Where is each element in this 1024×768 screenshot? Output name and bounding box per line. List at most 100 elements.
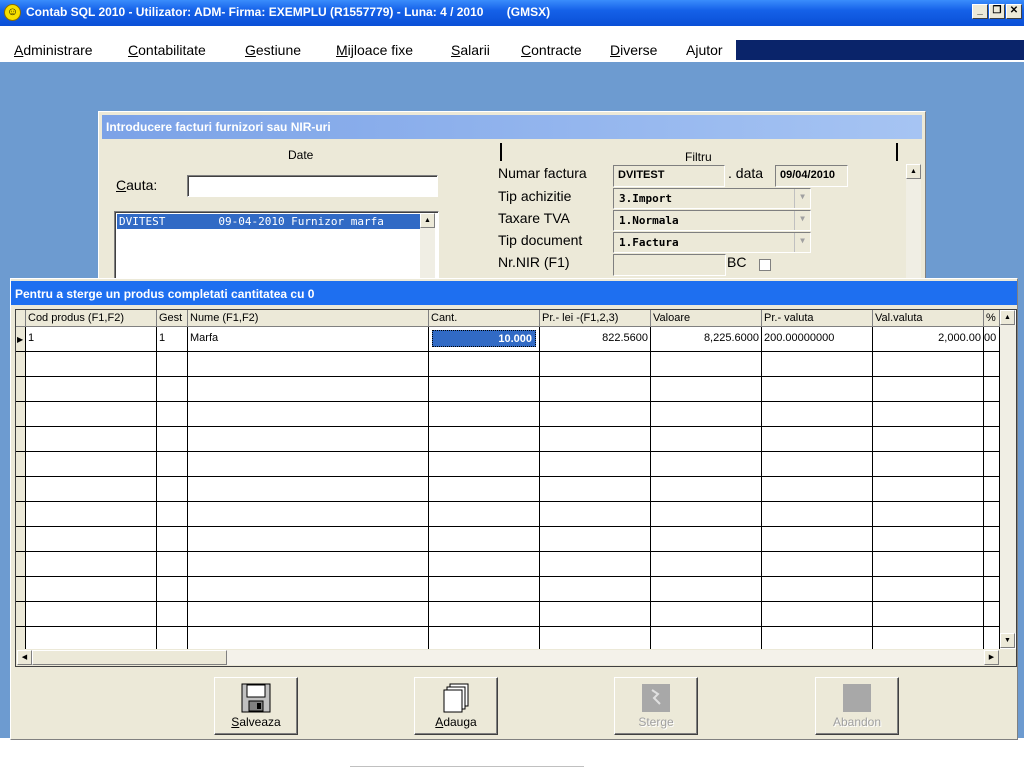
cell-procent[interactable]: 00: [984, 327, 1000, 352]
empty-cell[interactable]: [157, 377, 188, 402]
row-selector[interactable]: [16, 552, 26, 577]
cell-nume[interactable]: Marfa: [188, 327, 429, 352]
column-header-cant[interactable]: Cant.: [429, 310, 540, 327]
empty-cell[interactable]: [429, 427, 540, 452]
dialog-scrollbar[interactable]: [906, 179, 921, 283]
column-header-nume[interactable]: Nume (F1,F2): [188, 310, 429, 327]
search-input[interactable]: [187, 175, 438, 197]
empty-cell[interactable]: [984, 477, 1000, 502]
empty-cell[interactable]: [762, 502, 873, 527]
empty-cell[interactable]: [429, 352, 540, 377]
cell-gest[interactable]: 1: [157, 327, 188, 352]
restore-button[interactable]: ❐: [989, 4, 1005, 19]
empty-cell[interactable]: [651, 502, 762, 527]
list-scroll-up-button[interactable]: ▲: [420, 213, 435, 228]
empty-cell[interactable]: [26, 452, 157, 477]
grid-horizontal-scrollbar[interactable]: ◀ ▶: [16, 649, 1016, 666]
tab-filtru[interactable]: Filtru: [685, 150, 712, 164]
empty-cell[interactable]: [873, 452, 984, 477]
empty-cell[interactable]: [188, 402, 429, 427]
empty-cell[interactable]: [873, 577, 984, 602]
column-header-pret-lei[interactable]: Pr.- lei -(F1,2,3): [540, 310, 651, 327]
empty-cell[interactable]: [188, 527, 429, 552]
cell-cod[interactable]: 1: [26, 327, 157, 352]
row-selector[interactable]: [16, 377, 26, 402]
row-selector[interactable]: [16, 352, 26, 377]
empty-cell[interactable]: [429, 552, 540, 577]
close-button[interactable]: ✕: [1006, 4, 1022, 19]
empty-cell[interactable]: [651, 527, 762, 552]
empty-cell[interactable]: [188, 577, 429, 602]
empty-cell[interactable]: [188, 552, 429, 577]
empty-cell[interactable]: [984, 552, 1000, 577]
empty-cell[interactable]: [188, 452, 429, 477]
empty-cell[interactable]: [429, 502, 540, 527]
row-selector[interactable]: [16, 577, 26, 602]
empty-cell[interactable]: [873, 352, 984, 377]
row-selector[interactable]: [16, 477, 26, 502]
empty-cell[interactable]: [762, 577, 873, 602]
empty-cell[interactable]: [188, 502, 429, 527]
invoice-list[interactable]: DVITEST 09-04-2010 Furnizor marfa ▲: [114, 211, 439, 281]
empty-cell[interactable]: [984, 577, 1000, 602]
tab-date[interactable]: Date: [288, 148, 313, 162]
row-selector[interactable]: [16, 427, 26, 452]
empty-cell[interactable]: [873, 377, 984, 402]
empty-cell[interactable]: [157, 427, 188, 452]
empty-cell[interactable]: [26, 402, 157, 427]
chevron-down-icon[interactable]: ▼: [794, 233, 810, 252]
empty-cell[interactable]: [188, 602, 429, 627]
empty-cell[interactable]: [762, 552, 873, 577]
menu-administrare[interactable]: Administrare: [14, 42, 93, 58]
empty-cell[interactable]: [651, 577, 762, 602]
abandon-button[interactable]: Abandon: [815, 677, 899, 735]
empty-cell[interactable]: [762, 477, 873, 502]
empty-cell[interactable]: [873, 477, 984, 502]
empty-cell[interactable]: [540, 502, 651, 527]
menu-contracte[interactable]: Contracte: [521, 42, 582, 58]
empty-cell[interactable]: [762, 527, 873, 552]
empty-cell[interactable]: [26, 502, 157, 527]
empty-cell[interactable]: [429, 602, 540, 627]
column-header-valoare[interactable]: Valoare: [651, 310, 762, 327]
cell-valoare[interactable]: 8,225.6000: [651, 327, 762, 352]
list-item[interactable]: DVITEST 09-04-2010 Furnizor marfa: [117, 214, 420, 229]
grid-scroll-track[interactable]: [227, 650, 984, 665]
empty-cell[interactable]: [429, 402, 540, 427]
menu-contabilitate[interactable]: Contabilitate: [128, 42, 206, 58]
empty-cell[interactable]: [429, 377, 540, 402]
cell-val-valuta[interactable]: 2,000.00: [873, 327, 984, 352]
empty-cell[interactable]: [762, 602, 873, 627]
row-selector[interactable]: [16, 502, 26, 527]
empty-cell[interactable]: [540, 577, 651, 602]
add-button[interactable]: Adauga: [414, 677, 498, 735]
chevron-down-icon[interactable]: ▼: [794, 189, 810, 208]
tip-document-select[interactable]: 1.Factura ▼: [613, 232, 811, 253]
empty-cell[interactable]: [429, 577, 540, 602]
empty-cell[interactable]: [984, 402, 1000, 427]
empty-cell[interactable]: [157, 452, 188, 477]
cant-input[interactable]: 10.000: [432, 330, 536, 347]
save-button[interactable]: Salveaza: [214, 677, 298, 735]
menu-salarii[interactable]: Salarii: [451, 42, 490, 58]
cell-pret-lei[interactable]: 822.5600: [540, 327, 651, 352]
taxare-tva-select[interactable]: 1.Normala ▼: [613, 210, 811, 231]
empty-cell[interactable]: [157, 602, 188, 627]
row-selector[interactable]: [16, 602, 26, 627]
menu-gestiune[interactable]: Gestiune: [245, 42, 301, 58]
empty-cell[interactable]: [540, 402, 651, 427]
empty-cell[interactable]: [651, 452, 762, 477]
nr-nir-field[interactable]: [613, 254, 726, 276]
empty-cell[interactable]: [26, 552, 157, 577]
empty-cell[interactable]: [984, 352, 1000, 377]
column-header-procent[interactable]: %: [984, 310, 1000, 327]
empty-cell[interactable]: [26, 427, 157, 452]
empty-cell[interactable]: [157, 402, 188, 427]
products-grid[interactable]: Cod produs (F1,F2) Gest Nume (F1,F2) Can…: [15, 309, 1017, 667]
empty-cell[interactable]: [188, 377, 429, 402]
empty-cell[interactable]: [984, 527, 1000, 552]
row-selector[interactable]: ▶: [16, 327, 26, 352]
empty-cell[interactable]: [651, 477, 762, 502]
grid-scroll-thumb[interactable]: [32, 650, 227, 665]
empty-cell[interactable]: [762, 377, 873, 402]
